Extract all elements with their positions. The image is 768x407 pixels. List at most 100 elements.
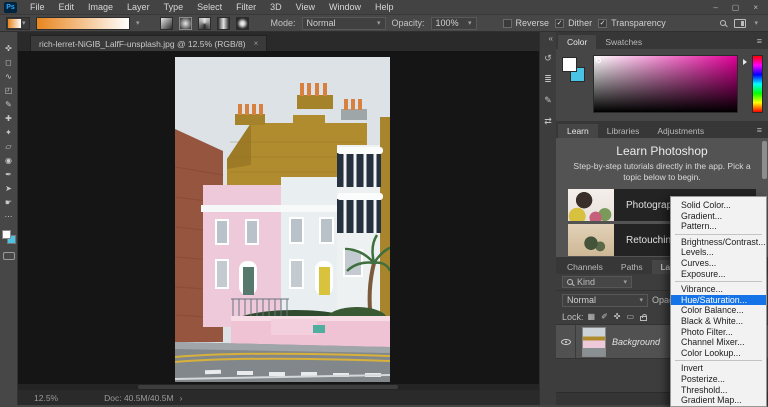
gradient-preview[interactable] (36, 16, 130, 30)
menu-item-hue-saturation[interactable]: Hue/Saturation... (671, 294, 766, 306)
lock-transparency-icon[interactable]: ▦ (588, 312, 596, 321)
canvas-image[interactable] (175, 57, 390, 382)
close-button[interactable]: × (753, 3, 758, 12)
tab-channels[interactable]: Channels (558, 260, 612, 274)
eraser-tool[interactable]: ▱ (2, 142, 16, 152)
tab-color[interactable]: Color (558, 35, 597, 49)
menu-item-black-white[interactable]: Black & White... (671, 316, 766, 327)
clone-stamp-tool[interactable]: ✦ (2, 128, 16, 138)
angle-gradient-button[interactable] (197, 16, 211, 30)
menu-item-invert[interactable]: Invert (671, 363, 766, 374)
foreground-color-swatch[interactable] (1, 230, 11, 239)
hue-slider[interactable] (752, 55, 763, 113)
menu-3d[interactable]: 3D (263, 0, 289, 14)
scrollbar-thumb[interactable] (138, 385, 398, 389)
menu-item-gradient-map[interactable]: Gradient Map... (671, 395, 766, 406)
brushes-icon[interactable]: ✎ (544, 95, 552, 106)
menu-filter[interactable]: Filter (229, 0, 263, 14)
properties-icon[interactable]: ≣ (544, 74, 552, 85)
reverse-checkbox-box[interactable] (502, 18, 512, 28)
pen-tool[interactable]: ✒ (2, 170, 16, 180)
menu-item-gradient[interactable]: Gradient... (671, 211, 766, 222)
lock-artboard-icon[interactable]: ▭ (626, 312, 634, 321)
horizontal-scrollbar[interactable] (18, 384, 539, 390)
zoom-level[interactable]: 12.5% (34, 393, 58, 403)
menu-select[interactable]: Select (190, 0, 229, 14)
foreground-color-swatch[interactable] (562, 57, 577, 72)
menu-item-vibrance[interactable]: Vibrance... (671, 284, 766, 295)
menu-item-pattern[interactable]: Pattern... (671, 221, 766, 232)
menu-file[interactable]: File (23, 0, 52, 14)
menu-window[interactable]: Window (322, 0, 368, 14)
gradient-preset-picker[interactable]: ▾ (6, 16, 30, 30)
expand-panels-icon[interactable]: « (549, 34, 556, 43)
dither-checkbox-box[interactable]: ✓ (555, 18, 565, 28)
menu-item-color-balance[interactable]: Color Balance... (671, 305, 766, 316)
move-tool[interactable]: ✜ (2, 44, 16, 54)
workspace-switcher-icon[interactable] (734, 18, 747, 28)
layer-visibility-eye-icon[interactable] (560, 338, 571, 345)
marquee-tool[interactable]: ◻ (2, 58, 16, 68)
menu-item-threshold[interactable]: Threshold... (671, 385, 766, 396)
vertical-scrollbar[interactable] (762, 141, 767, 179)
tab-adjustments[interactable]: Adjustments (648, 124, 713, 138)
saturation-brightness-field[interactable] (593, 55, 738, 113)
transparency-checkbox[interactable]: ✓ Transparency (598, 18, 666, 28)
menu-image[interactable]: Image (81, 0, 120, 14)
menu-edit[interactable]: Edit (52, 0, 82, 14)
menu-item-solid-color[interactable]: Solid Color... (671, 200, 766, 211)
document-tab[interactable]: rich-lerret-NiGIB_LalfF-unsplash.jpg @ 1… (30, 35, 268, 51)
eyedropper-tool[interactable]: ✎ (2, 100, 16, 110)
transparency-checkbox-box[interactable]: ✓ (598, 18, 608, 28)
menu-view[interactable]: View (289, 0, 322, 14)
panel-menu-icon[interactable]: ≡ (757, 125, 762, 135)
path-select-tool[interactable]: ➤ (2, 184, 16, 194)
menu-help[interactable]: Help (368, 0, 401, 14)
opacity-select[interactable]: 100% ▾ (430, 16, 477, 30)
menu-type[interactable]: Type (157, 0, 191, 14)
tab-swatches[interactable]: Swatches (596, 35, 651, 49)
status-menu-caret-icon[interactable]: › (180, 393, 183, 403)
tab-learn[interactable]: Learn (558, 124, 598, 138)
reverse-checkbox[interactable]: Reverse (502, 18, 549, 28)
layer-blend-mode-select[interactable]: Normal ▾ (562, 293, 648, 307)
menu-item-posterize[interactable]: Posterize... (671, 374, 766, 385)
quick-mask-button[interactable] (2, 252, 15, 260)
linear-gradient-button[interactable] (159, 16, 173, 30)
reflected-gradient-button[interactable] (216, 16, 230, 30)
color-picker-marker[interactable] (596, 58, 601, 63)
clone-source-icon[interactable]: ⇄ (544, 116, 552, 127)
more-tools-button[interactable]: ⋯ (2, 212, 16, 222)
menu-item-brightness-contrast[interactable]: Brightness/Contrast... (671, 237, 766, 248)
layer-thumbnail[interactable] (582, 326, 606, 357)
dither-checkbox[interactable]: ✓ Dither (555, 18, 592, 28)
tab-libraries[interactable]: Libraries (598, 124, 649, 138)
panel-menu-icon[interactable]: ≡ (757, 36, 762, 46)
lock-all-icon[interactable] (640, 313, 648, 321)
crop-tool[interactable]: ◰ (2, 86, 16, 96)
diamond-gradient-button[interactable] (235, 16, 249, 30)
menu-item-levels[interactable]: Levels... (671, 247, 766, 258)
blend-mode-select[interactable]: Normal ▾ (301, 16, 386, 30)
minimize-button[interactable]: – (713, 3, 717, 12)
chevron-down-icon[interactable]: ▾ (136, 19, 140, 27)
radial-gradient-button[interactable] (178, 16, 192, 30)
tab-paths[interactable]: Paths (612, 260, 652, 274)
menu-item-exposure[interactable]: Exposure... (671, 269, 766, 280)
restore-button[interactable]: ▢ (732, 3, 740, 12)
menu-layer[interactable]: Layer (120, 0, 157, 14)
hand-tool[interactable]: ☛ (2, 198, 16, 208)
healing-brush-tool[interactable]: ✚ (2, 114, 16, 124)
lasso-tool[interactable]: ∿ (2, 72, 16, 82)
search-icon[interactable] (720, 20, 727, 26)
layer-name[interactable]: Background (612, 337, 660, 347)
history-icon[interactable]: ↺ (544, 53, 552, 64)
layer-filter-select[interactable]: Kind ▾ (562, 276, 632, 288)
lock-pixels-icon[interactable]: ✐ (601, 312, 608, 321)
tab-close-icon[interactable]: × (254, 39, 259, 48)
menu-item-curves[interactable]: Curves... (671, 258, 766, 269)
menu-item-photo-filter[interactable]: Photo Filter... (671, 327, 766, 338)
canvas[interactable] (18, 51, 539, 384)
blur-tool[interactable]: ◉ (2, 156, 16, 166)
menu-item-channel-mixer[interactable]: Channel Mixer... (671, 337, 766, 348)
